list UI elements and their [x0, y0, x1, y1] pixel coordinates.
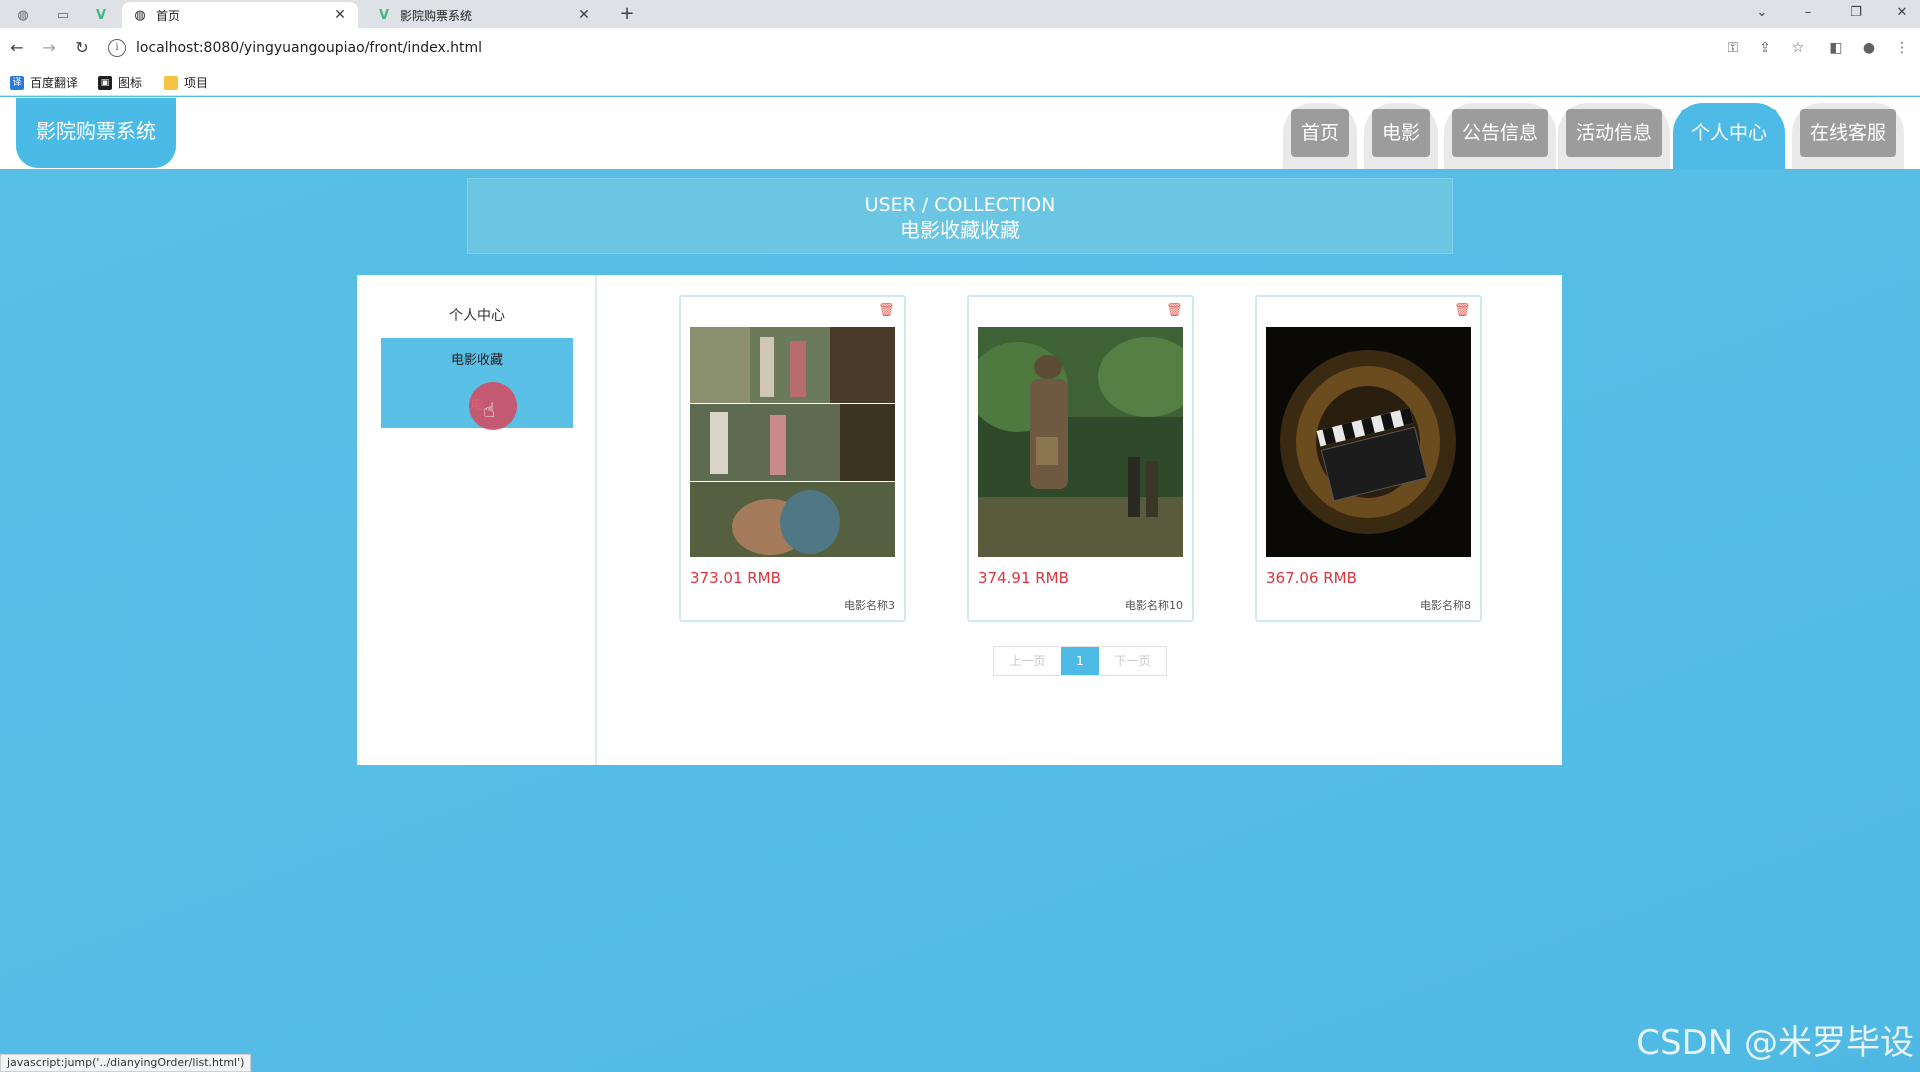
- browser-tab-home[interactable]: ◍ 首页 ✕: [122, 2, 358, 28]
- page-number-button[interactable]: 1: [1061, 647, 1099, 675]
- nav-announcements[interactable]: 公告信息: [1444, 103, 1557, 169]
- bookmark-project[interactable]: 项目: [164, 74, 208, 91]
- collection-card[interactable]: 🗑 373.01 RMB 电影名称3: [679, 295, 906, 622]
- pinned-tab-blank-icon[interactable]: ▭: [48, 4, 78, 26]
- url-text[interactable]: localhost:8080/yingyuangoupiao/front/ind…: [136, 40, 482, 56]
- bookmark-baidu-translate[interactable]: 译 百度翻译: [10, 74, 78, 91]
- nav-movies[interactable]: 电影: [1364, 103, 1439, 169]
- menu-kebab-icon[interactable]: ⋮: [1892, 38, 1912, 58]
- page-viewport: 影院购票系统 首页 电影 公告信息 活动信息 个人中心 在线客服 USER / …: [0, 97, 1920, 1072]
- nav-online-service[interactable]: 在线客服: [1792, 103, 1905, 169]
- movie-price: 373.01 RMB: [690, 569, 781, 587]
- close-icon[interactable]: ✕: [332, 7, 348, 23]
- user-sidebar: 个人中心 电影收藏 电 ☝: [357, 275, 597, 765]
- tab-title: 首页: [156, 8, 181, 23]
- site-logo[interactable]: 影院购票系统: [16, 98, 176, 168]
- movie-poster[interactable]: [690, 327, 895, 557]
- bookmark-star-icon[interactable]: ☆: [1788, 38, 1808, 58]
- bookmark-label: 项目: [184, 76, 209, 90]
- bookmark-label: 百度翻译: [30, 76, 79, 90]
- pagination: 上一页 1 下一页: [993, 646, 1167, 676]
- forward-arrow-icon[interactable]: →: [38, 37, 60, 59]
- nav-label: 公告信息: [1452, 109, 1549, 157]
- sidebar-item-movie-collection[interactable]: 电影收藏: [381, 338, 573, 383]
- nav-label: 活动信息: [1566, 109, 1663, 157]
- new-tab-button[interactable]: +: [615, 2, 639, 26]
- trash-icon[interactable]: 🗑: [1454, 303, 1471, 319]
- browser-toolbar: ← → ↻ i localhost:8080/yingyuangoupiao/f…: [0, 28, 1920, 68]
- prev-page-button[interactable]: 上一页: [994, 647, 1061, 675]
- sidebar-title: 个人中心: [449, 308, 505, 324]
- tab-title: 影院购票系统: [400, 8, 473, 23]
- browser-tab-cinema[interactable]: V 影院购票系统 ✕: [366, 2, 602, 28]
- close-icon[interactable]: ✕: [576, 7, 592, 23]
- movie-name: 电影名称3: [844, 599, 895, 612]
- movie-price: 374.91 RMB: [978, 569, 1069, 587]
- collection-card[interactable]: 🗑 367.06 RMB 电影名称8: [1255, 295, 1482, 622]
- nav-home[interactable]: 首页: [1283, 103, 1358, 169]
- window-close-button[interactable]: ✕: [1884, 2, 1920, 24]
- movie-price: 367.06 RMB: [1266, 569, 1357, 587]
- nav-label: 电影: [1372, 109, 1431, 157]
- bookmark-icons[interactable]: ▣ 图标: [98, 74, 142, 91]
- address-bar[interactable]: i localhost:8080/yingyuangoupiao/front/i…: [108, 33, 1788, 63]
- folder-icon: [164, 75, 178, 90]
- movie-name: 电影名称8: [1420, 599, 1471, 612]
- nav-label: 个人中心: [1681, 109, 1778, 157]
- hand-cursor-icon: ☝: [483, 398, 496, 422]
- status-bar-url: javascript:jump('../dianyingOrder/list.h…: [0, 1054, 252, 1072]
- sidebar-menu: 电影收藏 电 ☝: [381, 338, 573, 430]
- trash-icon[interactable]: 🗑: [1166, 303, 1183, 319]
- translate-icon: 译: [10, 75, 24, 90]
- section-title-box: USER / COLLECTION 电影收藏收藏: [467, 178, 1453, 254]
- globe-icon: ◍: [134, 7, 146, 23]
- watermark: CSDN @米罗毕设: [1636, 1023, 1914, 1063]
- pinned-tab-vue-icon[interactable]: V: [86, 4, 116, 26]
- browser-tab-strip: ◍ ▭ V ◍ 首页 ✕ V 影院购票系统 ✕ + ⌄ – ❐ ✕: [0, 0, 1920, 28]
- side-panel-icon[interactable]: ◧: [1826, 38, 1846, 58]
- minimize-button[interactable]: –: [1790, 2, 1826, 24]
- profile-icon[interactable]: ●: [1859, 38, 1879, 58]
- restore-button[interactable]: ❐: [1838, 2, 1874, 24]
- back-arrow-icon[interactable]: ←: [6, 37, 28, 59]
- movie-poster[interactable]: [978, 327, 1183, 557]
- share-icon[interactable]: ⇪: [1755, 38, 1775, 58]
- content-panel: 个人中心 电影收藏 电 ☝ 🗑: [357, 275, 1562, 765]
- nav-activities[interactable]: 活动信息: [1558, 103, 1671, 169]
- nav-user-center[interactable]: 个人中心: [1673, 103, 1786, 169]
- bookmarks-bar: 译 百度翻译 ▣ 图标 项目: [0, 68, 1920, 96]
- nav-label: 首页: [1291, 109, 1350, 157]
- movie-poster[interactable]: [1266, 327, 1471, 557]
- section-title-en: USER / COLLECTION: [864, 194, 1056, 216]
- site-header: 影院购票系统 首页 电影 公告信息 活动信息 个人中心 在线客服: [0, 97, 1920, 169]
- next-page-button[interactable]: 下一页: [1099, 647, 1166, 675]
- site-info-icon[interactable]: i: [108, 39, 126, 57]
- reload-icon[interactable]: ↻: [71, 37, 93, 59]
- collection-card[interactable]: 🗑 374.91 RMB 电影名称10: [967, 295, 1194, 622]
- trash-icon[interactable]: 🗑: [878, 303, 895, 319]
- vue-icon: V: [378, 7, 390, 23]
- nav-label: 在线客服: [1800, 109, 1897, 157]
- key-icon[interactable]: ⚿: [1723, 38, 1743, 58]
- movie-name: 电影名称10: [1125, 599, 1183, 612]
- section-title-cn: 电影收藏收藏: [900, 218, 1020, 242]
- image-icon: ▣: [98, 75, 112, 90]
- pinned-tab-globe-icon[interactable]: ◍: [8, 4, 38, 26]
- bookmark-label: 图标: [118, 76, 143, 90]
- tab-search-icon[interactable]: ⌄: [1744, 2, 1780, 24]
